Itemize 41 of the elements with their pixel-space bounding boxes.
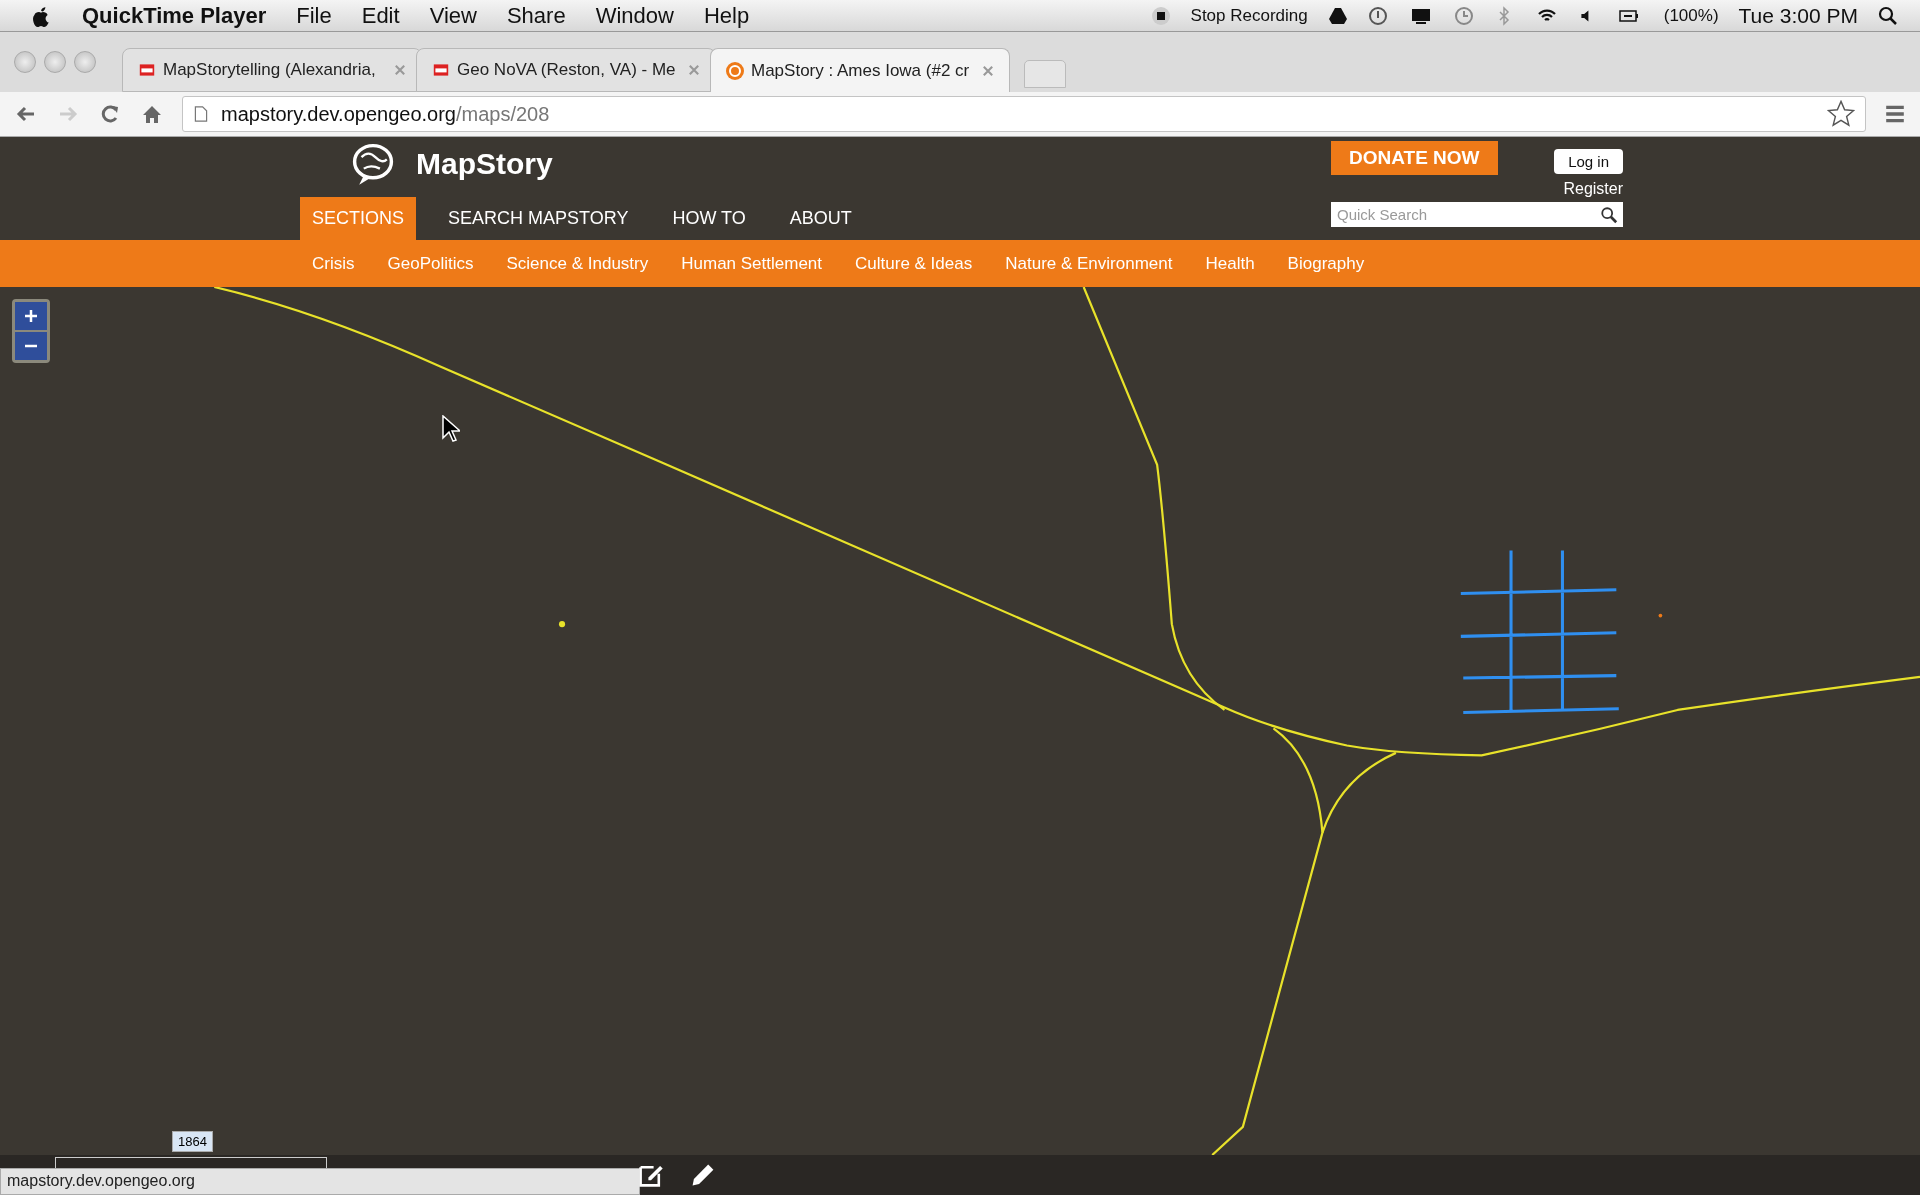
search-icon — [1600, 205, 1618, 224]
close-icon[interactable] — [981, 63, 995, 78]
pencil-icon[interactable] — [690, 1162, 716, 1188]
tab-title: MapStorytelling (Alexandria, — [163, 60, 377, 80]
menu-item[interactable]: Window — [595, 2, 674, 29]
nav-link[interactable]: HOW TO — [660, 197, 758, 240]
star-icon[interactable] — [1827, 100, 1855, 128]
search-button[interactable] — [1595, 202, 1623, 227]
app-menu[interactable]: QuickTime Player — [82, 2, 267, 29]
register-link[interactable]: Register — [1563, 180, 1623, 198]
zoom-out-button[interactable] — [15, 332, 47, 360]
search-icon[interactable] — [1878, 5, 1898, 26]
site-logo-icon — [137, 62, 157, 78]
page-icon — [193, 104, 209, 124]
browser-tab[interactable]: MapStory : Ames Iowa (#2 cr — [710, 48, 1010, 92]
menu-item[interactable]: File — [296, 2, 332, 29]
url-text: mapstory.dev.opengeo.org/maps/208 — [221, 102, 550, 126]
clock-icon — [1453, 5, 1474, 26]
battery-percent: (100%) — [1663, 5, 1719, 26]
status-url-tooltip: mapstory.dev.opengeo.org — [0, 1168, 640, 1195]
menu-item[interactable]: Edit — [361, 2, 400, 29]
menu-item[interactable]: Share — [506, 2, 566, 29]
alert-icon — [1367, 5, 1388, 26]
quick-search-field[interactable]: Quick Search — [1331, 202, 1595, 227]
site-logo-icon — [431, 62, 451, 78]
tab-title: Geo NoVA (Reston, VA) - Me — [457, 60, 677, 80]
menu-clock: Tue 3:00 PM — [1738, 3, 1858, 28]
plus-icon — [24, 309, 38, 323]
menu-item[interactable]: Help — [703, 2, 750, 29]
stop-icon — [1150, 5, 1171, 26]
address-bar[interactable]: mapstory.dev.opengeo.org/maps/208 — [182, 96, 1866, 132]
mapstory-logo-text[interactable]: MapStory — [416, 147, 553, 181]
nav-link[interactable]: SEARCH MAPSTORY — [436, 197, 641, 240]
login-button[interactable]: Log in — [1554, 149, 1623, 174]
nav-link[interactable]: ABOUT — [777, 197, 864, 240]
timeline-year-label: 1864 — [172, 1131, 213, 1152]
menu-item[interactable]: View — [429, 2, 477, 29]
tab-title: MapStory : Ames Iowa (#2 cr — [751, 60, 971, 81]
zoom-in-button[interactable] — [15, 302, 47, 330]
stop-recording-label[interactable]: Stop Recording — [1190, 5, 1308, 26]
mouse-cursor-icon — [442, 415, 460, 443]
